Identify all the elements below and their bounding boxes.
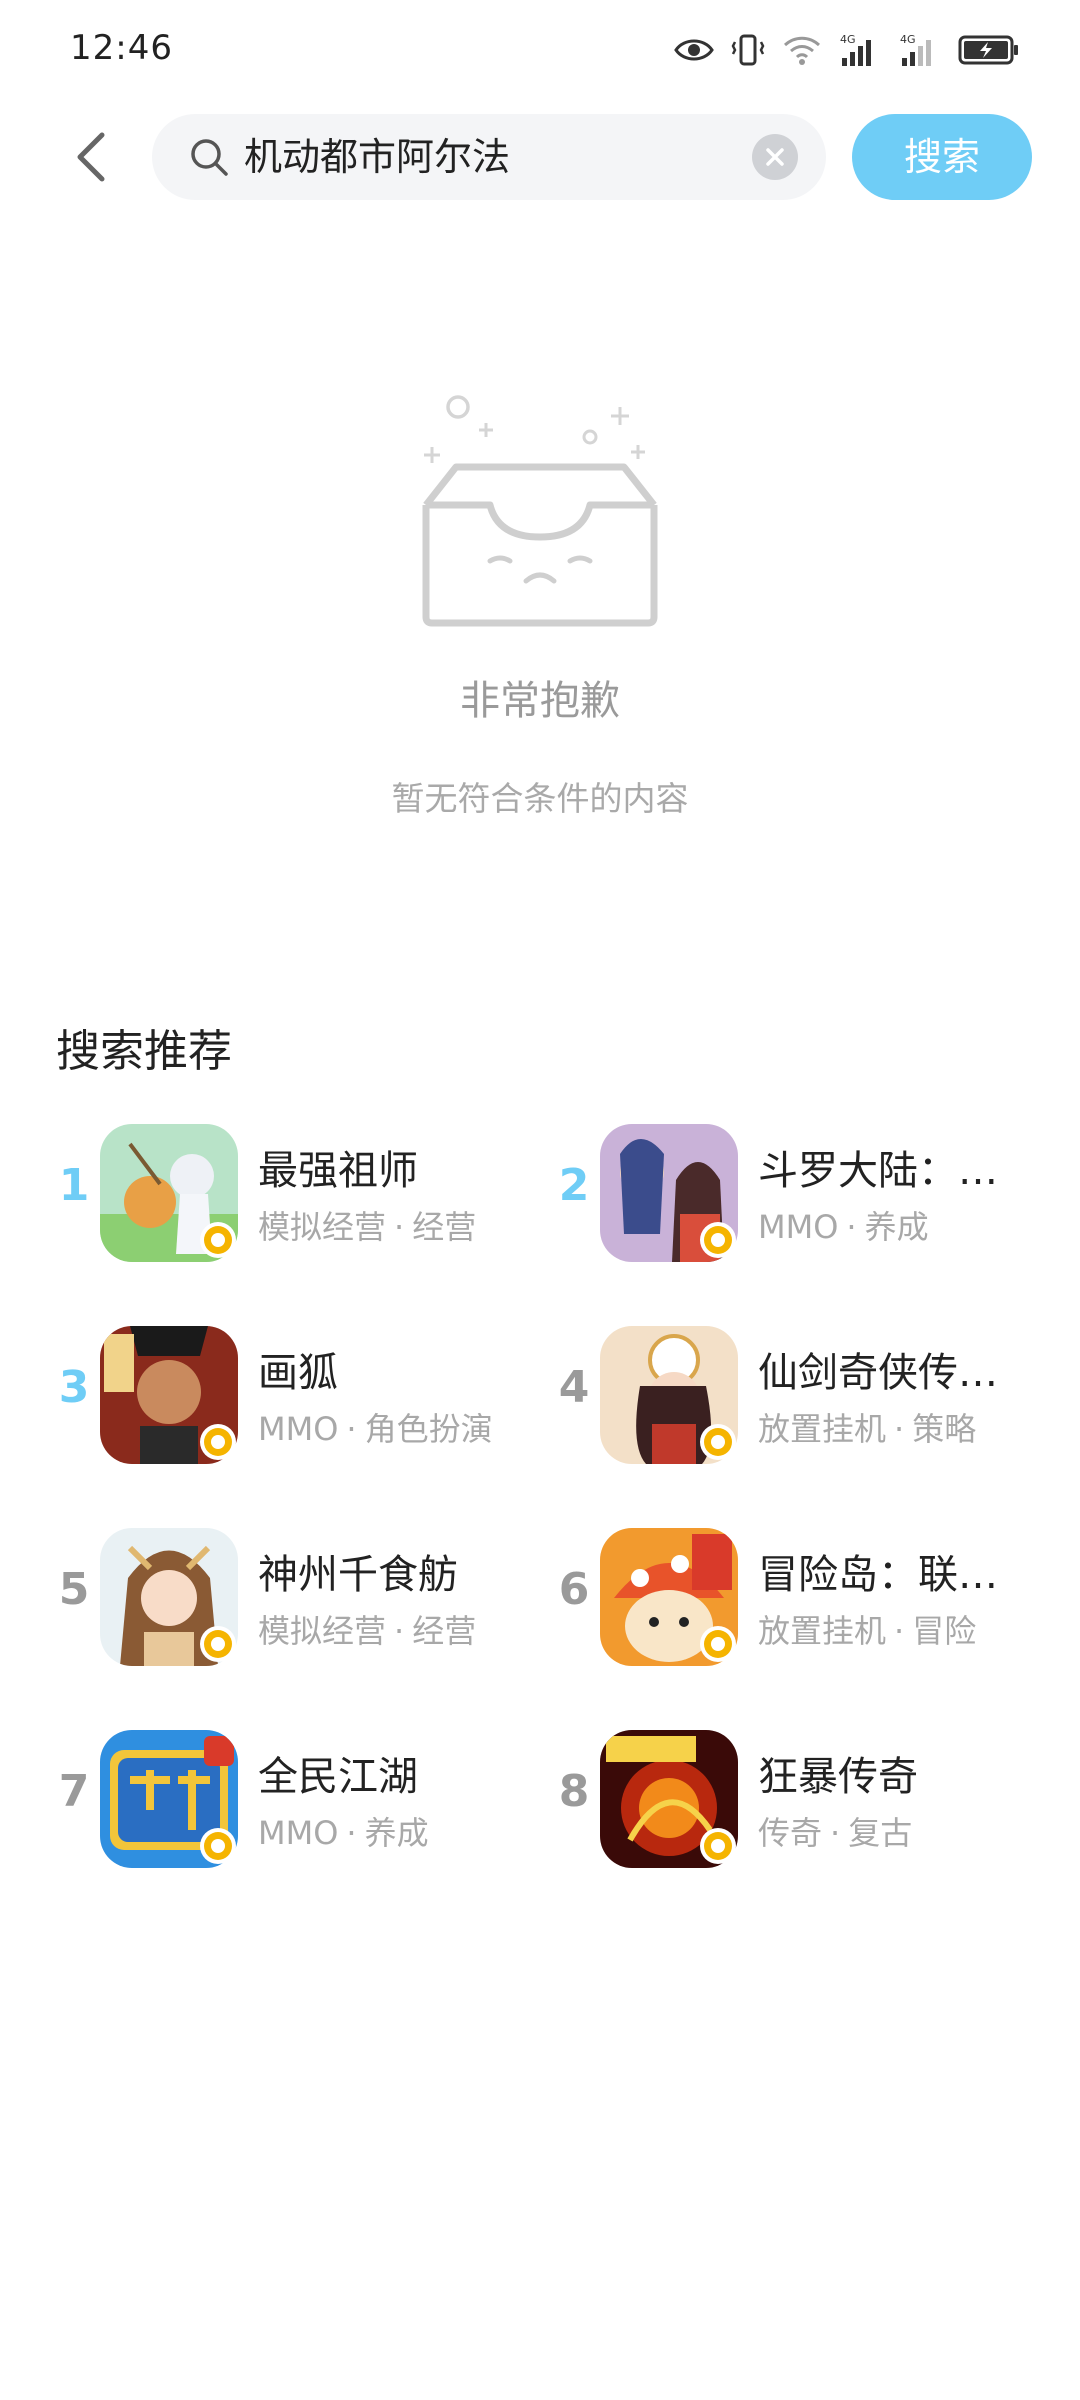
- list-item[interactable]: 1 最强祖师 模拟经营 · 经营: [56, 1120, 576, 1270]
- rank-number: 3: [58, 1362, 90, 1413]
- clear-search-button[interactable]: [752, 134, 798, 180]
- game-badge-icon: [700, 1828, 736, 1864]
- search-bar: 机动都市阿尔法 搜索: [0, 112, 1080, 202]
- list-item[interactable]: 7 全民江湖 MMO · 养成: [56, 1726, 576, 1876]
- rank-number: 4: [558, 1362, 590, 1413]
- app-tags: 放置挂机 · 冒险: [758, 1612, 977, 1650]
- game-badge-icon: [200, 1626, 236, 1662]
- app-tags: MMO · 养成: [258, 1814, 429, 1852]
- search-field[interactable]: 机动都市阿尔法: [152, 114, 826, 200]
- app-tags: MMO · 角色扮演: [258, 1410, 493, 1448]
- svg-text:4G: 4G: [840, 33, 856, 46]
- app-name: 仙剑奇侠传…: [758, 1350, 998, 1396]
- game-badge-icon: [200, 1424, 236, 1460]
- rank-number: 6: [558, 1564, 590, 1615]
- list-item[interactable]: 4 仙剑奇侠传… 放置挂机 · 策略: [556, 1322, 1076, 1472]
- app-tags: 模拟经营 · 经营: [258, 1208, 477, 1246]
- game-badge-icon: [700, 1222, 736, 1258]
- rank-number: 8: [558, 1766, 590, 1817]
- app-tags: 放置挂机 · 策略: [758, 1410, 977, 1448]
- back-arrow-icon: [77, 132, 105, 182]
- game-badge-icon: [200, 1222, 236, 1258]
- game-badge-icon: [200, 1828, 236, 1864]
- app-tags: 模拟经营 · 经营: [258, 1612, 477, 1650]
- app-name: 画狐: [258, 1350, 338, 1396]
- signal-4g-icon: 4G: [838, 30, 882, 70]
- search-input[interactable]: 机动都市阿尔法: [244, 114, 684, 200]
- rank-number: 5: [58, 1564, 90, 1615]
- list-item[interactable]: 8 狂暴传奇 传奇 · 复古: [556, 1726, 1076, 1876]
- app-name: 全民江湖: [258, 1754, 418, 1800]
- empty-box-icon: [422, 395, 658, 627]
- battery-charging-icon: [958, 30, 1020, 70]
- app-name: 斗罗大陆：…: [758, 1148, 998, 1194]
- list-item[interactable]: 6 冒险岛：联… 放置挂机 · 冒险: [556, 1524, 1076, 1674]
- app-name: 狂暴传奇: [758, 1754, 918, 1800]
- empty-title: 非常抱歉: [460, 678, 620, 724]
- search-button[interactable]: 搜索: [852, 114, 1032, 200]
- list-item[interactable]: 2 斗罗大陆：… MMO · 养成: [556, 1120, 1076, 1270]
- svg-text:4G: 4G: [900, 33, 916, 46]
- rank-number: 7: [58, 1766, 90, 1817]
- eye-icon: [674, 30, 714, 70]
- status-icons: 4G 4G: [674, 30, 1020, 70]
- game-badge-icon: [700, 1626, 736, 1662]
- list-item[interactable]: 5 神州千食舫 模拟经营 · 经营: [56, 1524, 576, 1674]
- back-button[interactable]: [60, 124, 120, 190]
- search-icon: [191, 139, 228, 176]
- recommendations-title: 搜索推荐: [56, 1026, 232, 1077]
- app-tags: MMO · 养成: [758, 1208, 929, 1246]
- app-name: 最强祖师: [258, 1148, 418, 1194]
- close-icon: [766, 148, 784, 166]
- app-name: 冒险岛：联…: [758, 1552, 998, 1598]
- rank-number: 1: [58, 1160, 90, 1211]
- signal-4g-icon: 4G: [898, 30, 942, 70]
- app-name: 神州千食舫: [258, 1552, 458, 1598]
- vibrate-icon: [730, 30, 766, 70]
- game-badge-icon: [700, 1424, 736, 1460]
- list-item[interactable]: 3 画狐 MMO · 角色扮演: [56, 1322, 576, 1472]
- status-time: 12:46: [70, 28, 173, 68]
- status-bar: 12:46 4G 4G: [0, 0, 1080, 100]
- empty-subtitle: 暂无符合条件的内容: [391, 779, 689, 818]
- rank-number: 2: [558, 1160, 590, 1211]
- wifi-icon: [782, 30, 822, 70]
- app-tags: 传奇 · 复古: [758, 1814, 913, 1852]
